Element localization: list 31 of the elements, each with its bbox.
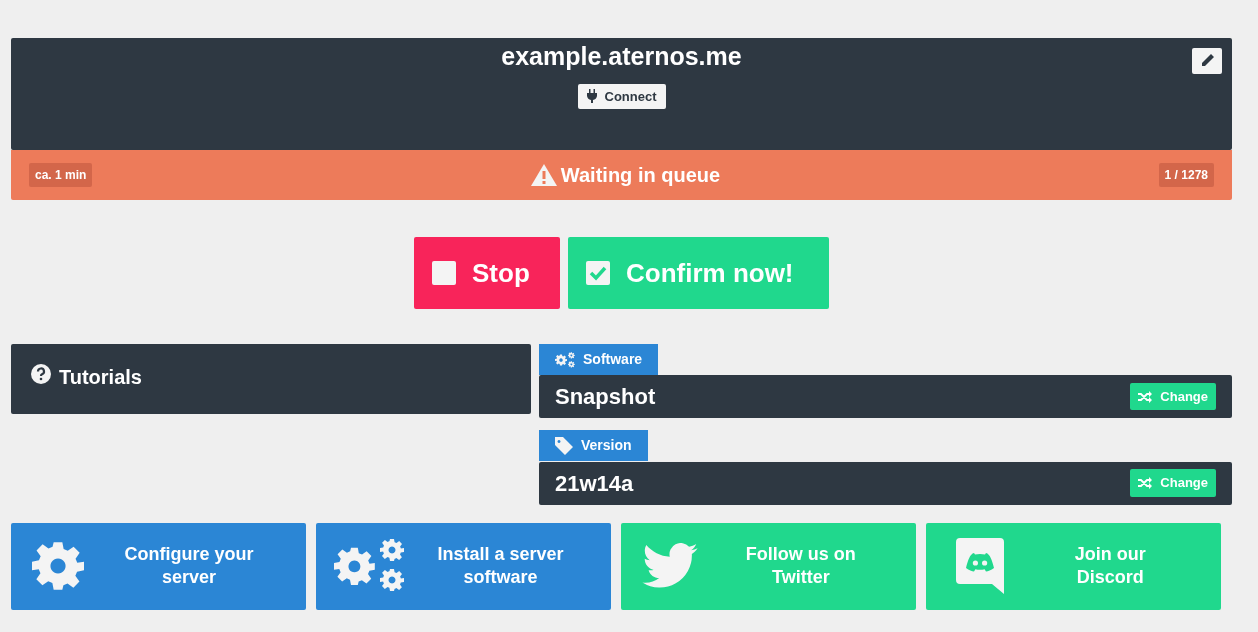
edit-button[interactable] [1192,48,1222,74]
setting-value: 21w14a [555,469,634,498]
gear-icon [32,540,85,592]
confirm-button[interactable]: Confirm now! [568,237,829,309]
link-tile[interactable]: Configure your server [11,522,306,610]
shuffle-icon [1138,477,1153,489]
help-icon [31,364,51,384]
tutorials-title: Tutorials [59,365,142,390]
gears-icon [334,538,406,594]
bird-icon [642,543,699,589]
queue-position-badge: 1 / 1278 [1158,163,1214,187]
warning-icon [530,164,557,186]
square-icon [432,261,456,285]
link-tile[interactable]: Join our Discord [926,522,1221,610]
chat-bubble-icon [955,538,1004,594]
setting-value: Snapshot [555,383,656,411]
gears-icon [555,351,575,368]
link-tile[interactable]: Install a server software [316,522,611,610]
change-button[interactable]: Change [1130,382,1216,411]
shuffle-icon [1138,390,1153,403]
connect-button[interactable]: Connect [577,83,666,109]
eta-badge: ca. 1 min [29,163,93,187]
change-button[interactable]: Change [1130,469,1216,497]
stop-button[interactable]: Stop [414,237,560,309]
queue-status: Waiting in queue [560,163,721,188]
checkbox-icon [586,261,610,285]
plug-icon [586,89,597,104]
link-tile[interactable]: Follow us on Twitter [621,522,916,610]
tag-icon [555,436,573,455]
pencil-icon [1200,54,1214,68]
server-address: example.aternos.me [501,41,742,72]
